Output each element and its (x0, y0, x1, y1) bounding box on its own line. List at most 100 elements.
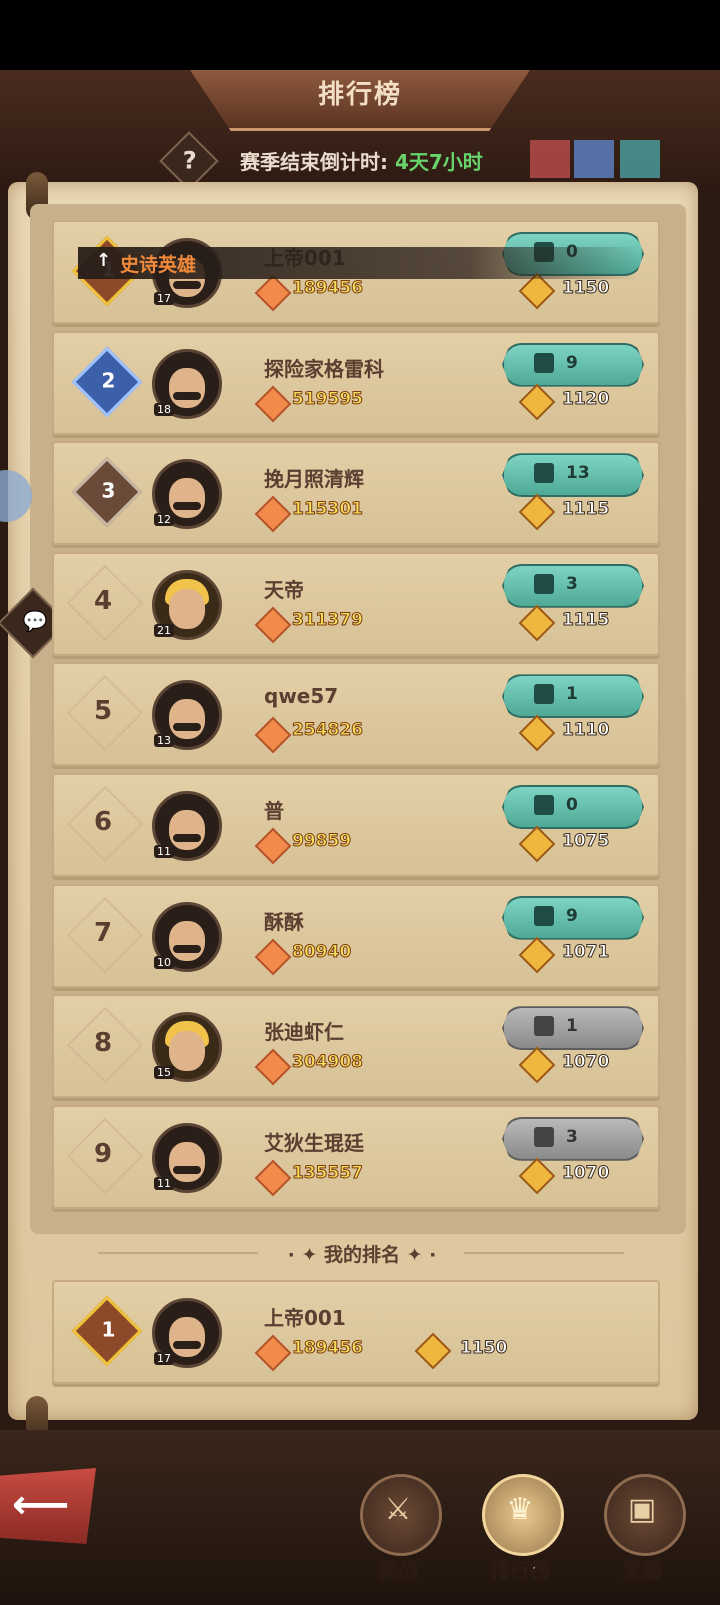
back-arrow-icon: ⟵ (12, 1482, 70, 1528)
like-button[interactable]: 3 (502, 563, 644, 608)
like-button[interactable]: 9 (502, 342, 644, 387)
table-row[interactable]: 2 18 探险家格雷科 519595 9 1120 (52, 330, 660, 435)
rank-number: 8 (93, 1028, 113, 1059)
table-row[interactable]: 4 21 天帝 311379 3 1115 (52, 551, 660, 656)
rank-number: 9 (93, 1138, 113, 1169)
player-name: 天帝 (264, 577, 304, 602)
table-row[interactable]: 5 13 qwe57 254826 1 1110 (52, 662, 660, 767)
table-row[interactable]: 6 11 普 99859 0 1075 (52, 773, 660, 877)
table-row[interactable]: 3 12 挽月照清辉 115301 13 1115 (52, 441, 660, 546)
thumbs-up-icon (534, 795, 554, 815)
avatar-face (169, 367, 205, 408)
avatar-mustache (173, 281, 201, 289)
player-name: 普 (264, 799, 284, 823)
trophy-count: 1110 (561, 720, 610, 741)
player-level: 18 (154, 402, 174, 416)
rank-number: 3 (101, 478, 116, 503)
combat-power-icon (254, 606, 292, 644)
season-countdown: 赛季结束倒计时: 4天7小时 (240, 146, 483, 175)
avatar-face (169, 699, 205, 740)
countdown-label: 赛季结束倒计时: (240, 150, 388, 174)
like-button[interactable]: 1 (502, 1006, 644, 1051)
trophy-medal-icon (518, 1157, 556, 1195)
rank-number: 6 (93, 807, 113, 837)
avatar-face (169, 920, 205, 961)
thumbs-up-icon (534, 905, 554, 926)
sparkle-icon: · ✦ (287, 1244, 324, 1266)
combat-power: 189456 (292, 278, 364, 299)
thumbs-up-icon (534, 1126, 554, 1147)
player-level: 11 (154, 1176, 174, 1190)
trophy-medal-icon (518, 383, 556, 420)
tab-challenge[interactable]: ⚔ 挑战 (350, 1470, 446, 1590)
epic-hero-text: 史诗英雄 (120, 254, 197, 276)
player-name: 挽月照清辉 (264, 467, 364, 492)
player-level: 15 (154, 1066, 174, 1080)
chest-icon: ▣ (627, 1492, 657, 1527)
like-count: 9 (566, 352, 578, 373)
avatar-mustache (173, 502, 201, 511)
like-button[interactable]: 9 (502, 895, 644, 940)
rank-number: 5 (93, 696, 113, 727)
trophy-count: 1115 (561, 499, 610, 520)
banner-flags (530, 140, 670, 180)
like-count: 0 (566, 795, 578, 815)
avatar-face (169, 810, 205, 850)
trophy-count: 1150 (459, 1338, 508, 1359)
combat-power-icon (254, 1159, 292, 1197)
avatar-mustache (173, 944, 201, 953)
player-level: 21 (154, 623, 174, 637)
page-title: 排行榜 (317, 80, 402, 110)
combat-power-icon (254, 717, 292, 754)
table-row[interactable]: 8 15 张迪虾仁 304908 1 1070 (52, 994, 660, 1099)
red-flag-icon (530, 140, 570, 178)
combat-power: 254826 (292, 720, 364, 741)
table-row[interactable]: 9 11 艾狄生琨廷 135557 3 1070 (52, 1104, 660, 1209)
table-row[interactable]: 7 10 酥酥 80940 9 1071 (52, 883, 660, 988)
my-rank-title-text: 我的排名 (323, 1244, 400, 1266)
player-name: 上帝001 (264, 1306, 346, 1330)
avatar-face (169, 478, 205, 519)
like-button[interactable]: 1 (502, 674, 644, 719)
trophy-count: 1150 (561, 278, 610, 299)
player-name: 探险家格雷科 (264, 356, 384, 381)
crossed-swords-icon: ⚔ (384, 1492, 412, 1527)
combat-power-icon (254, 495, 292, 533)
my-rank-row[interactable]: 1 17 上帝001 189456 1150 (52, 1280, 660, 1384)
trophy-medal-icon (518, 493, 556, 531)
combat-power-icon (254, 385, 292, 422)
like-button[interactable]: 3 (502, 1116, 644, 1161)
divider-right (464, 1252, 624, 1254)
rank-badge: 1 (71, 1295, 143, 1367)
trophy-medal-icon (414, 1332, 452, 1370)
teal-flag-icon (620, 140, 660, 178)
combat-power: 135557 (292, 1162, 364, 1183)
like-button[interactable]: 13 (502, 453, 644, 498)
player-level: 12 (154, 513, 174, 527)
combat-power-icon (254, 938, 292, 975)
trophy-count: 1115 (561, 609, 610, 630)
rank-number: 4 (93, 585, 113, 616)
tab-leaderboard[interactable]: ♛ 排行榜 (472, 1470, 568, 1590)
like-count: 13 (566, 463, 590, 484)
like-count: 1 (566, 684, 578, 705)
countdown-value: 4天7小时 (394, 150, 483, 174)
player-level: 10 (154, 955, 174, 969)
avatar-mustache (173, 723, 201, 732)
crown-icon: ♛ (506, 1492, 534, 1527)
tab-rewards[interactable]: ▣ 奖励 (594, 1470, 690, 1590)
tab-label: 奖励 (622, 1558, 663, 1583)
player-level: 13 (154, 734, 174, 748)
trophy-count: 1071 (561, 941, 610, 962)
player-name: qwe57 (264, 684, 339, 709)
trophy-medal-icon (518, 1046, 556, 1084)
trophy-count: 1075 (561, 831, 610, 852)
combat-power-icon (254, 1334, 292, 1372)
rank-number: 7 (93, 917, 113, 948)
rank-badge: 2 (71, 346, 143, 417)
like-count: 3 (566, 1126, 578, 1147)
combat-power: 115301 (292, 499, 364, 520)
like-button[interactable]: 0 (502, 785, 644, 829)
combat-power: 519595 (292, 388, 364, 409)
trophy-count: 1070 (561, 1162, 610, 1183)
